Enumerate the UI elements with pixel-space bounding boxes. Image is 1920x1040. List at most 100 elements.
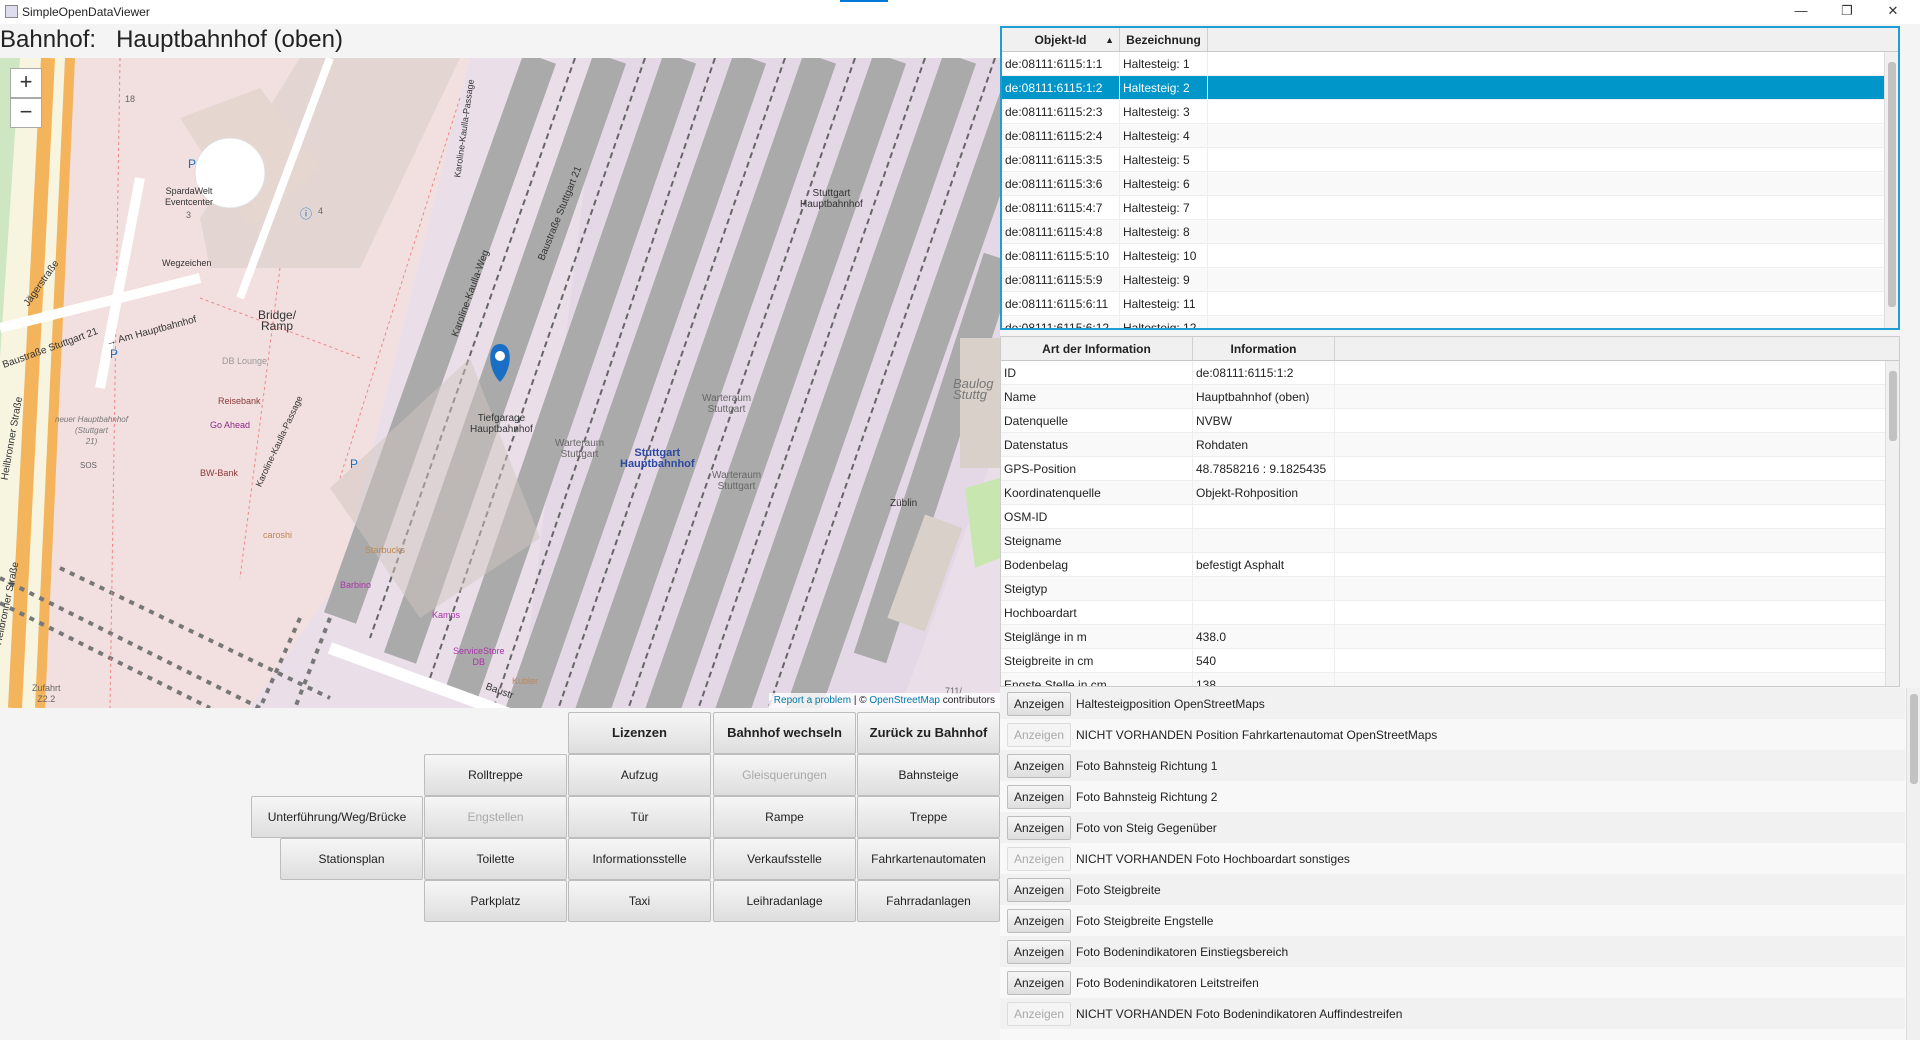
zurueck-zu-bahnhof-button[interactable]: Zurück zu Bahnhof xyxy=(857,712,1000,754)
info-table-row[interactable]: GPS-Position 48.7858216 : 9.1825435 xyxy=(1001,457,1899,481)
treppe-button[interactable]: Treppe xyxy=(857,796,1000,838)
minimize-button[interactable]: — xyxy=(1778,0,1824,24)
osm-link[interactable]: OpenStreetMap xyxy=(869,695,940,706)
map-label-stuttgart-hbf-main: Stuttgart Hauptbahnhof xyxy=(620,447,695,470)
col-art-der-information[interactable]: Art der Information xyxy=(1001,337,1193,360)
objects-table-row[interactable]: de:08111:6115:5:9 Haltesteig: 9 xyxy=(1002,268,1898,292)
col-information[interactable]: Information xyxy=(1193,337,1335,360)
app-icon xyxy=(5,5,18,18)
objekt-id-cell: de:08111:6115:3:6 xyxy=(1002,172,1120,195)
rampe-button[interactable]: Rampe xyxy=(713,796,856,838)
info-table-row[interactable]: Name Hauptbahnhof (oben) xyxy=(1001,385,1899,409)
bezeichnung-cell: Haltesteig: 6 xyxy=(1120,172,1208,195)
map-view[interactable]: + − Stuttgart Hauptbahnhof Stuttgart Haupt… xyxy=(0,58,1000,708)
map-label-caroshi: caroshi xyxy=(263,530,293,540)
rolltreppe-button[interactable]: Rolltreppe xyxy=(424,754,567,796)
objects-table-scrollbar[interactable] xyxy=(1884,52,1898,328)
map-label-spardawelt: SpardaWelt Eventcenter xyxy=(165,186,214,207)
zoom-in-button[interactable]: + xyxy=(10,68,42,98)
anzeigen-button[interactable]: Anzeigen xyxy=(1007,815,1071,840)
anzeigen-button[interactable]: Anzeigen xyxy=(1007,691,1071,716)
anzeigen-button[interactable]: Anzeigen xyxy=(1007,939,1071,964)
info-table-scrollbar[interactable] xyxy=(1885,361,1899,686)
report-problem-link[interactable]: Report a problem xyxy=(774,695,851,706)
objects-table-row[interactable]: de:08111:6115:1:2 Haltesteig: 2 xyxy=(1002,76,1898,100)
parkplatz-button[interactable]: Parkplatz xyxy=(424,880,567,922)
anzeigen-button[interactable]: Anzeigen xyxy=(1007,784,1071,809)
toilette-button[interactable]: Toilette xyxy=(424,838,567,880)
info-table-row[interactable]: Steigname xyxy=(1001,529,1899,553)
bahnhof-wechseln-button[interactable]: Bahnhof wechseln xyxy=(713,712,856,754)
info-table-row[interactable]: Datenstatus Rohdaten xyxy=(1001,433,1899,457)
verkaufsstelle-button[interactable]: Verkaufsstelle xyxy=(713,838,856,880)
unterfuehrung-button[interactable]: Unterführung/Weg/Brücke xyxy=(251,796,423,838)
objects-table-row[interactable]: de:08111:6115:3:5 Haltesteig: 5 xyxy=(1002,148,1898,172)
close-button[interactable]: ✕ xyxy=(1870,0,1916,24)
objects-table-row[interactable]: de:08111:6115:6:12 Haltesteig: 12 xyxy=(1002,316,1898,328)
col-bezeichnung[interactable]: Bezeichnung xyxy=(1120,28,1208,51)
info-table-row[interactable]: Steigbreite in cm 540 xyxy=(1001,649,1899,673)
col-objekt-id[interactable]: Objekt-Id ▲ xyxy=(1002,28,1120,51)
objects-table-body: de:08111:6115:1:1 Haltesteig: 1 de:08111:6… xyxy=(1002,52,1898,328)
info-table-row[interactable]: Engste Stelle in cm 138 xyxy=(1001,673,1899,686)
map-label-wegzeichen: Wegzeichen xyxy=(162,258,212,268)
links-scrollbar[interactable] xyxy=(1906,688,1920,1040)
map-parking-icon-3: P xyxy=(350,457,359,471)
anzeigen-button[interactable]: Anzeigen xyxy=(1007,970,1071,995)
objects-table-row[interactable]: de:08111:6115:6:11 Haltesteig: 11 xyxy=(1002,292,1898,316)
bahnsteige-button[interactable]: Bahnsteige xyxy=(857,754,1000,796)
resource-link-row: Anzeigen NICHT VORHANDEN Position Fahrkar… xyxy=(1000,719,1905,750)
map-label-zufahrt: Zufahrt Z2.2 xyxy=(32,683,61,704)
lizenzen-button[interactable]: Lizenzen xyxy=(568,712,711,754)
bezeichnung-cell: Haltesteig: 1 xyxy=(1120,52,1208,75)
objects-table[interactable]: Objekt-Id ▲ Bezeichnung de:08111:6115:1:1… xyxy=(1000,26,1900,330)
map-info-icon: ⓘ xyxy=(300,207,313,221)
anzeigen-button[interactable]: Anzeigen xyxy=(1007,908,1071,933)
objects-table-row[interactable]: de:08111:6115:3:6 Haltesteig: 6 xyxy=(1002,172,1898,196)
info-table-row[interactable]: Steigtyp xyxy=(1001,577,1899,601)
fahrkartenautomaten-button[interactable]: Fahrkartenautomaten xyxy=(857,838,1000,880)
info-table-row[interactable]: Datenquelle NVBW xyxy=(1001,409,1899,433)
info-table-row[interactable]: Hochboardart xyxy=(1001,601,1899,625)
objects-table-row[interactable]: de:08111:6115:5:10 Haltesteig: 10 xyxy=(1002,244,1898,268)
map-label-barbino: Barbino xyxy=(340,580,372,590)
info-value-cell: Hauptbahnhof (oben) xyxy=(1193,385,1335,408)
tuer-button[interactable]: Tür xyxy=(568,796,711,838)
gleisquerungen-button[interactable]: Gleisquerungen xyxy=(713,754,856,796)
info-table-row[interactable]: Steiglänge in m 438.0 xyxy=(1001,625,1899,649)
anzeigen-button[interactable]: Anzeigen xyxy=(1007,722,1071,747)
objects-table-row[interactable]: de:08111:6115:4:7 Haltesteig: 7 xyxy=(1002,196,1898,220)
info-table-row[interactable]: Bodenbelag befestigt Asphalt xyxy=(1001,553,1899,577)
stationsplan-button[interactable]: Stationsplan xyxy=(280,838,423,880)
map-label-sos: SOS xyxy=(80,461,97,470)
info-table-row[interactable]: Koordinatenquelle Objekt-Rohposition xyxy=(1001,481,1899,505)
info-table-row[interactable]: ID de:08111:6115:1:2 xyxy=(1001,361,1899,385)
objects-table-header: Objekt-Id ▲ Bezeichnung xyxy=(1002,28,1898,52)
objects-table-row[interactable]: de:08111:6115:4:8 Haltesteig: 8 xyxy=(1002,220,1898,244)
informationsstelle-button[interactable]: Informationsstelle xyxy=(568,838,711,880)
info-table-row[interactable]: OSM-ID xyxy=(1001,505,1899,529)
engstellen-button[interactable]: Engstellen xyxy=(424,796,567,838)
objects-table-row[interactable]: de:08111:6115:2:3 Haltesteig: 3 xyxy=(1002,100,1898,124)
info-value-cell xyxy=(1193,529,1335,552)
map-label-warteraum-2: Warteraum Stuttgart xyxy=(702,393,752,415)
anzeigen-button[interactable]: Anzeigen xyxy=(1007,877,1071,902)
maximize-button[interactable]: ❐ xyxy=(1824,0,1870,24)
taxi-button[interactable]: Taxi xyxy=(568,880,711,922)
fahrradanlagen-button[interactable]: Fahrradanlagen xyxy=(857,880,1000,922)
info-key-cell: ID xyxy=(1001,361,1193,384)
zoom-out-button[interactable]: − xyxy=(10,98,42,128)
resource-link-label: NICHT VORHANDEN Position Fahrkartenautom… xyxy=(1076,727,1438,742)
objects-table-row[interactable]: de:08111:6115:2:4 Haltesteig: 4 xyxy=(1002,124,1898,148)
anzeigen-button[interactable]: Anzeigen xyxy=(1007,1001,1071,1026)
aufzug-button[interactable]: Aufzug xyxy=(568,754,711,796)
anzeigen-button[interactable]: Anzeigen xyxy=(1007,753,1071,778)
title-accent xyxy=(840,0,888,2)
info-value-cell xyxy=(1193,577,1335,600)
objekt-id-cell: de:08111:6115:1:2 xyxy=(1002,76,1120,99)
leihradanlage-button[interactable]: Leihradanlage xyxy=(713,880,856,922)
objects-table-row[interactable]: de:08111:6115:1:1 Haltesteig: 1 xyxy=(1002,52,1898,76)
map-label-bw-bank: BW-Bank xyxy=(200,468,238,478)
anzeigen-button[interactable]: Anzeigen xyxy=(1007,846,1071,871)
info-table[interactable]: Art der Information Information ID de:081… xyxy=(1000,336,1900,687)
